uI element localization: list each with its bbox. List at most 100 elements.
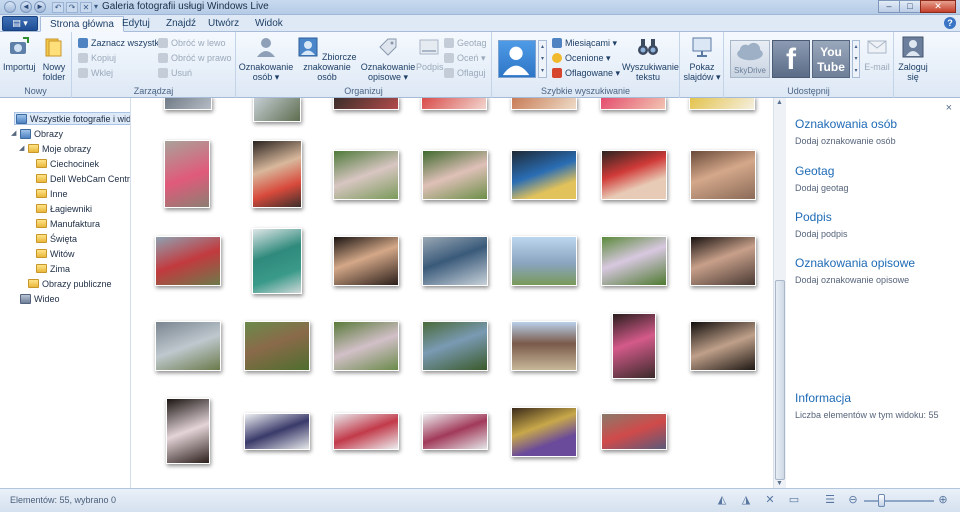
email-button[interactable]: E-mail xyxy=(862,36,892,72)
photo-thumbnail[interactable] xyxy=(422,321,488,371)
zoom-out-icon[interactable]: ⊖ xyxy=(847,494,859,506)
back-icon[interactable]: ◄ xyxy=(20,1,32,13)
photo-thumbnail[interactable] xyxy=(600,98,666,110)
slideshow-button[interactable]: Pokaz slajdów ▾ xyxy=(682,36,722,82)
sign-in-button[interactable]: Zaloguj się xyxy=(898,36,928,82)
expand-arrow-icon[interactable]: ◢ xyxy=(11,128,20,140)
photo-thumbnail[interactable] xyxy=(244,321,310,371)
add-descriptive-tag-link[interactable]: Dodaj oznakowanie opisowe xyxy=(795,275,909,285)
select-all-button[interactable]: Zaznacz wszystko xyxy=(78,37,164,49)
zoom-slider[interactable] xyxy=(864,500,934,502)
rotate-right-icon[interactable]: ↷ xyxy=(66,2,78,13)
slideshow-status-icon[interactable]: ▭ xyxy=(788,494,800,506)
photo-thumbnail[interactable] xyxy=(164,140,210,208)
tree-item-folder[interactable]: Dell WebCam Central xyxy=(35,172,130,185)
people-tag-button[interactable]: Oznakowanie osób ▾ xyxy=(238,36,294,82)
photo-thumbnail[interactable] xyxy=(511,321,577,371)
flagged-filter[interactable]: Oflagowane ▾ xyxy=(552,67,620,79)
expand-arrow-icon[interactable]: ◢ xyxy=(19,143,28,155)
rate-button[interactable]: Oceń ▾ xyxy=(444,52,486,64)
rotate-left-button[interactable]: Obróć w lewo xyxy=(158,37,226,49)
tree-item-folder[interactable]: Witów xyxy=(35,247,78,260)
rotate-left-icon[interactable]: ↶ xyxy=(52,2,64,13)
photo-thumbnail[interactable] xyxy=(244,413,310,450)
gallery-scroll-buttons[interactable]: ▴ ▾ ▾ xyxy=(538,40,547,78)
photo-thumbnail[interactable] xyxy=(166,398,210,464)
geotag-button[interactable]: Geotag xyxy=(444,37,487,49)
photo-thumbnail[interactable] xyxy=(690,236,756,286)
rotate-left-status-icon[interactable]: ◭ xyxy=(716,494,728,506)
tree-item-all-photos[interactable]: Wszystkie fotografie i wideo xyxy=(14,112,130,125)
tree-item-moje-obrazy[interactable]: ◢ Moje obrazy xyxy=(18,142,94,155)
tree-item-folder[interactable]: Inne xyxy=(35,187,71,200)
caption-button[interactable]: Podpis xyxy=(416,36,444,72)
tab-strona-glowna[interactable]: Strona główna xyxy=(40,16,124,32)
photo-thumbnail[interactable] xyxy=(689,98,755,110)
photo-thumbnail[interactable] xyxy=(155,321,221,371)
photo-thumbnail[interactable] xyxy=(252,140,302,208)
by-month-filter[interactable]: Miesiącami ▾ xyxy=(552,37,617,49)
tree-item-folder[interactable]: Manufaktura xyxy=(35,217,103,230)
scroll-down-icon[interactable]: ▼ xyxy=(776,480,783,487)
photo-thumbnail[interactable] xyxy=(601,413,667,450)
rated-filter[interactable]: Ocenione ▾ xyxy=(552,52,611,64)
photo-thumbnail[interactable] xyxy=(511,236,577,286)
tree-item-folder[interactable]: Święta xyxy=(35,232,80,245)
photo-thumbnail[interactable] xyxy=(253,98,301,122)
photo-thumbnail[interactable] xyxy=(164,98,212,110)
photo-thumbnail[interactable] xyxy=(601,150,667,200)
app-menu-button[interactable]: ▤ ▾ xyxy=(2,16,38,31)
photo-thumbnail[interactable] xyxy=(612,313,656,379)
maximize-button[interactable]: □ xyxy=(899,0,921,13)
people-search-gallery[interactable] xyxy=(498,40,536,78)
photo-thumbnail[interactable] xyxy=(601,236,667,286)
tree-item-folder[interactable]: Zima xyxy=(35,262,73,275)
scrollbar-thumb[interactable] xyxy=(775,280,785,480)
rotate-right-status-icon[interactable]: ◮ xyxy=(740,494,752,506)
photo-thumbnail[interactable] xyxy=(333,413,399,450)
tab-utworz[interactable]: Utwórz xyxy=(199,16,248,32)
delete-icon[interactable]: ✕ xyxy=(80,2,92,13)
photo-thumbnail[interactable] xyxy=(511,150,577,200)
add-caption-link[interactable]: Dodaj podpis xyxy=(795,229,848,239)
zoom-in-icon[interactable]: ⊕ xyxy=(937,494,949,506)
tree-item-obrazy[interactable]: ◢ Obrazy xyxy=(10,127,66,140)
photo-thumbnail[interactable] xyxy=(421,98,487,110)
scroll-up-icon[interactable]: ▲ xyxy=(776,99,783,106)
photo-thumbnail[interactable] xyxy=(422,236,488,286)
new-folder-button[interactable]: Nowy folder xyxy=(38,36,70,82)
photo-thumbnail[interactable] xyxy=(333,98,399,110)
photo-thumbnail[interactable] xyxy=(155,236,221,286)
youtube-button[interactable]: You Tube xyxy=(812,40,850,78)
share-scroll-buttons[interactable]: ▴ ▾ ▾ xyxy=(852,40,860,78)
photo-thumbnail[interactable] xyxy=(511,98,577,110)
tab-widok[interactable]: Widok xyxy=(246,16,292,32)
add-people-tag-link[interactable]: Dodaj oznakowanie osób xyxy=(795,136,896,146)
photo-thumbnail[interactable] xyxy=(511,407,577,457)
descriptive-tag-button[interactable]: Oznakowanie opisowe ▾ xyxy=(360,36,416,82)
tab-edytuj[interactable]: Edytuj xyxy=(113,16,159,32)
paste-button[interactable]: Wklej xyxy=(78,67,113,79)
tree-item-folder[interactable]: Ciechocinek xyxy=(35,157,102,170)
photo-thumbnail[interactable] xyxy=(333,321,399,371)
photo-thumbnail[interactable] xyxy=(690,321,756,371)
tree-item-folder[interactable]: Łagiewniki xyxy=(35,202,95,215)
photo-thumbnail[interactable] xyxy=(333,150,399,200)
tree-item-public-pictures[interactable]: Obrazy publiczne xyxy=(27,277,115,290)
skydrive-button[interactable]: SkyDrive xyxy=(730,40,770,78)
delete-button[interactable]: Usuń xyxy=(158,67,192,79)
tab-znajdz[interactable]: Znajdź xyxy=(157,16,205,32)
rotate-right-button[interactable]: Obróć w prawo xyxy=(158,52,232,64)
tree-item-video[interactable]: Wideo xyxy=(19,292,63,305)
add-geotag-link[interactable]: Dodaj geotag xyxy=(795,183,849,193)
forward-icon[interactable]: ► xyxy=(34,1,46,13)
photo-thumbnail[interactable] xyxy=(422,413,488,450)
flag-button[interactable]: Oflaguj xyxy=(444,67,486,79)
photo-thumbnail[interactable] xyxy=(252,228,302,294)
photo-thumbnail[interactable] xyxy=(333,236,399,286)
copy-button[interactable]: Kopiuj xyxy=(78,52,116,64)
batch-people-tag-button[interactable]: Zbiorcze znakowanie osób xyxy=(294,36,360,82)
details-view-icon[interactable]: ☰ xyxy=(824,494,836,506)
close-button[interactable]: ✕ xyxy=(920,0,956,13)
import-button[interactable]: Importuj xyxy=(3,36,36,72)
